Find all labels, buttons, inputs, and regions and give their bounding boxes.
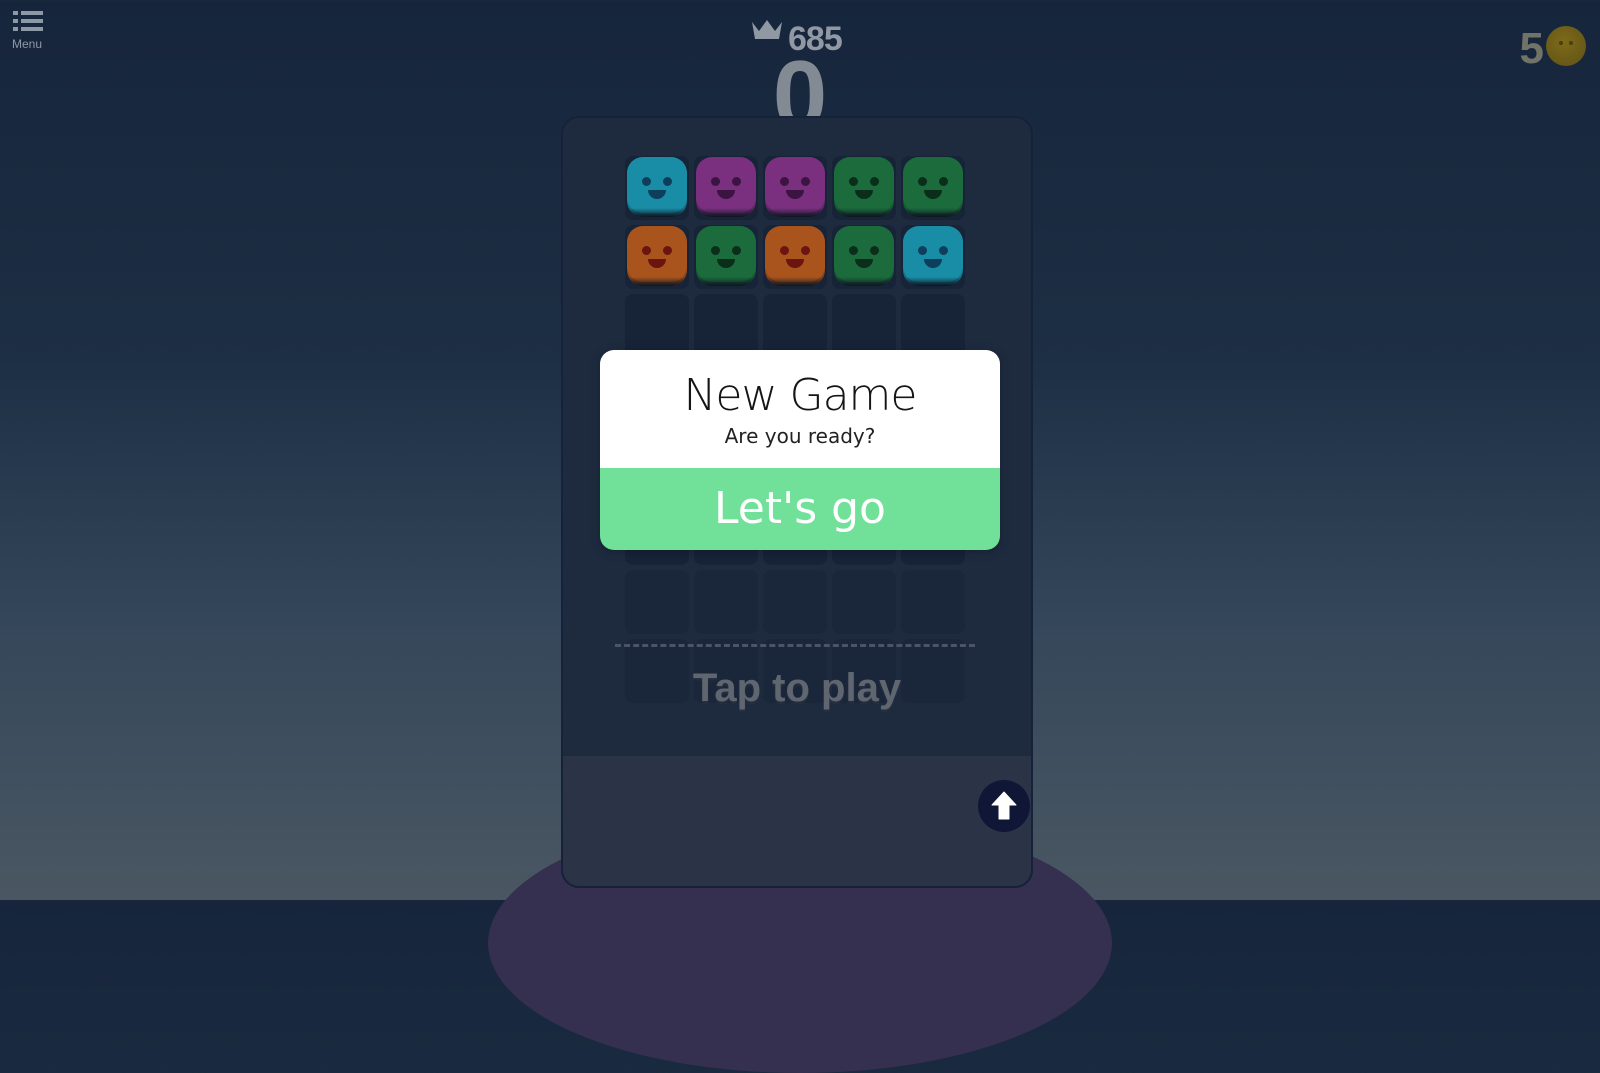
tile-mouth — [855, 259, 873, 268]
smiley-tile-purple — [765, 157, 825, 217]
tile-eye-left — [642, 177, 651, 186]
board-cell — [763, 156, 827, 220]
tile-mouth — [924, 259, 942, 268]
tile-eye-right — [732, 246, 741, 255]
tile-eye-right — [732, 177, 741, 186]
tile-mouth — [855, 190, 873, 199]
board-cell — [832, 156, 896, 220]
list-icon — [13, 11, 43, 31]
coin-count: 5 — [1519, 24, 1544, 73]
board-cell — [625, 225, 689, 289]
lets-go-button[interactable]: Let's go — [600, 468, 1000, 550]
tile-eye-left — [918, 246, 927, 255]
tile-mouth — [786, 259, 804, 268]
tile-mouth — [786, 190, 804, 199]
tile-eye-left — [849, 246, 858, 255]
tile-mouth — [717, 190, 735, 199]
tile-mouth — [924, 190, 942, 199]
danger-line — [615, 644, 975, 647]
tile-eye-right — [870, 177, 879, 186]
tile-eye-right — [939, 177, 948, 186]
board-cell — [901, 225, 965, 289]
dialog-title: New Game — [683, 370, 918, 421]
smiley-tile-orange — [765, 226, 825, 286]
coin-counter: 5 — [1496, 22, 1586, 73]
up-arrow-icon — [991, 791, 1017, 820]
new-game-dialog: New Game Are you ready? Let's go — [600, 350, 1000, 550]
tile-eye-left — [918, 177, 927, 186]
smiley-coin-icon — [1546, 26, 1586, 66]
tile-eye-right — [801, 177, 810, 186]
board-cell — [694, 294, 758, 358]
dialog-subtitle: Are you ready? — [724, 424, 876, 448]
board-cell — [625, 294, 689, 358]
board-cell — [625, 570, 689, 634]
board-cell — [901, 294, 965, 358]
board-cell — [763, 570, 827, 634]
smiley-tile-cyan — [903, 226, 963, 286]
tile-eye-left — [642, 246, 651, 255]
menu-label: Menu — [12, 37, 43, 51]
tile-eye-left — [780, 177, 789, 186]
board-footer — [563, 756, 1031, 886]
crown-icon — [752, 20, 782, 39]
menu-button[interactable]: Menu — [10, 10, 50, 52]
board-cell — [832, 225, 896, 289]
smiley-tile-green — [696, 226, 756, 286]
tile-eye-right — [939, 246, 948, 255]
tile-eye-right — [663, 177, 672, 186]
tile-mouth — [717, 259, 735, 268]
board-cell — [901, 156, 965, 220]
board-cell — [763, 225, 827, 289]
tap-to-play-label: Tap to play — [692, 666, 902, 710]
tile-mouth — [648, 259, 666, 268]
board-cell — [832, 570, 896, 634]
tile-eye-right — [870, 246, 879, 255]
up-arrow-button[interactable] — [978, 780, 1030, 832]
smiley-tile-cyan — [627, 157, 687, 217]
tile-mouth — [648, 190, 666, 199]
tile-eye-left — [711, 246, 720, 255]
board-cell — [901, 570, 965, 634]
board-cell — [625, 156, 689, 220]
smiley-tile-green — [834, 157, 894, 217]
smiley-tile-green — [834, 226, 894, 286]
smiley-tile-orange — [627, 226, 687, 286]
board-cell — [763, 294, 827, 358]
tile-eye-left — [780, 246, 789, 255]
smiley-tile-purple — [696, 157, 756, 217]
tile-eye-right — [663, 246, 672, 255]
board-cell — [694, 156, 758, 220]
tile-eye-left — [849, 177, 858, 186]
board-cell — [694, 225, 758, 289]
tile-eye-right — [801, 246, 810, 255]
tile-eye-left — [711, 177, 720, 186]
smiley-tile-green — [903, 157, 963, 217]
board-cell — [694, 570, 758, 634]
dialog-header: New Game Are you ready? — [600, 350, 1000, 468]
board-cell — [832, 294, 896, 358]
